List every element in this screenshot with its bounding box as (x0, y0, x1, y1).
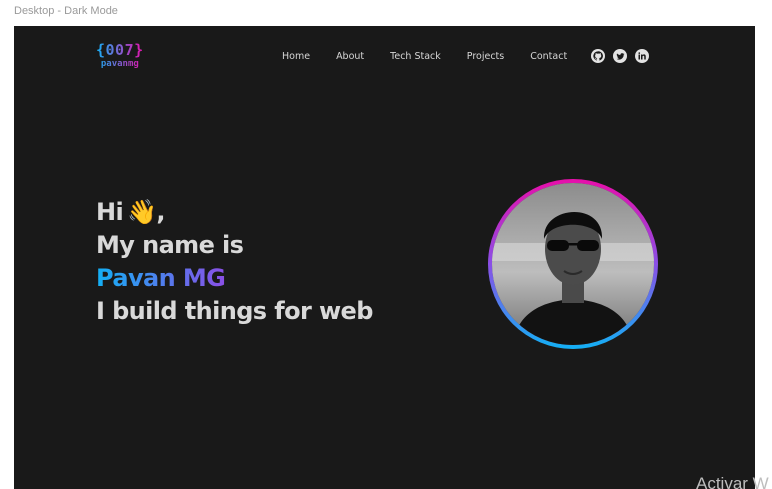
profile-photo-ring (488, 179, 658, 349)
hero-line-2: My name is (96, 231, 244, 259)
waving-hand-icon: 👋 (127, 198, 157, 226)
activation-watermark: Activar W (696, 474, 769, 489)
nav-tech-stack[interactable]: Tech Stack (390, 51, 441, 62)
nav-home[interactable]: Home (282, 51, 310, 62)
hero-greeting-suffix: , (156, 198, 165, 226)
profile-photo-illustration (492, 183, 654, 345)
hero-greeting: Hi (96, 198, 124, 226)
logo-sub-text: pavanmg (96, 60, 144, 69)
hero-intro: Hi 👋, My name is Pavan MG I build things … (96, 196, 373, 328)
nav-contact[interactable]: Contact (530, 51, 567, 62)
hero-line-4: I build things for web (96, 297, 373, 325)
profile-photo (492, 183, 654, 345)
linkedin-icon[interactable] (635, 49, 650, 63)
github-icon[interactable] (591, 49, 606, 63)
nav-projects[interactable]: Projects (467, 51, 504, 62)
social-links (591, 49, 650, 63)
nav-about[interactable]: About (336, 51, 364, 62)
site-logo[interactable]: {007} pavanmg (96, 43, 144, 69)
hero-greeting-line: Hi 👋, (96, 196, 373, 229)
desktop-frame: {007} pavanmg Home About Tech Stack Proj… (14, 26, 755, 489)
frame-label: Desktop - Dark Mode (14, 5, 118, 17)
hero-name: Pavan MG (96, 262, 226, 295)
logo-main-text: {007} (96, 41, 144, 59)
top-nav: Home About Tech Stack Projects Contact (282, 49, 650, 63)
twitter-icon[interactable] (613, 49, 628, 63)
